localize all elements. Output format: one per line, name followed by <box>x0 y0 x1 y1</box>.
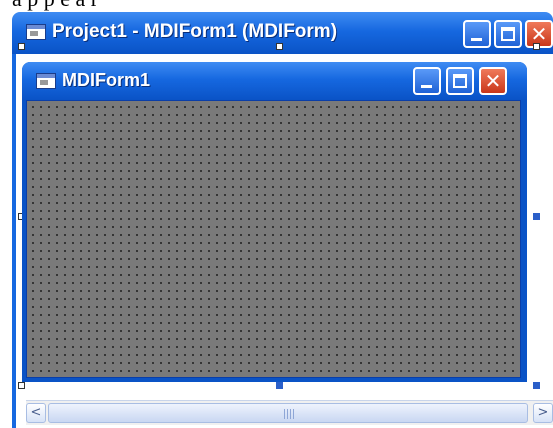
outer-minimize-button[interactable] <box>463 20 491 48</box>
grip-icon <box>284 409 294 419</box>
outer-maximize-button[interactable] <box>494 20 522 48</box>
close-icon: ✕ <box>484 69 502 93</box>
minimize-icon <box>421 85 432 88</box>
resize-handle-top-right[interactable] <box>533 43 540 50</box>
app-form-icon <box>36 73 56 89</box>
resize-handle-bottom-left[interactable] <box>18 382 25 389</box>
app-form-icon <box>26 24 46 40</box>
scroll-right-button[interactable]: > <box>533 403 553 423</box>
resize-handle-bottom-right[interactable] <box>533 382 540 389</box>
mdi-close-button[interactable]: ✕ <box>479 67 507 95</box>
minimize-icon <box>471 38 482 41</box>
mdi-maximize-button[interactable] <box>446 67 474 95</box>
partial-top-text: a p p e a r <box>12 0 98 12</box>
resize-handle-bottom-center[interactable] <box>276 382 283 389</box>
mdi-window-title: MDIForm1 <box>62 70 151 90</box>
mdi-title-bar[interactable]: MDIForm1 ✕ <box>22 62 527 100</box>
scroll-thumb[interactable] <box>48 403 528 423</box>
maximize-icon <box>501 27 515 41</box>
outer-window-title: Project1 - MDIForm1 (MDIForm) <box>52 21 338 42</box>
resize-handle-middle-right[interactable] <box>533 213 540 220</box>
mdi-client-area-grid[interactable] <box>26 100 521 378</box>
maximize-icon <box>453 74 467 88</box>
resize-handle-top-left[interactable] <box>18 43 25 50</box>
scroll-left-button[interactable]: < <box>26 403 46 423</box>
horizontal-scrollbar[interactable]: < > <box>26 400 553 425</box>
mdi-minimize-button[interactable] <box>413 67 441 95</box>
mdi-child-window[interactable]: MDIForm1 ✕ <box>22 62 527 382</box>
outer-left-border <box>12 54 16 428</box>
resize-handle-top-center[interactable] <box>276 43 283 50</box>
